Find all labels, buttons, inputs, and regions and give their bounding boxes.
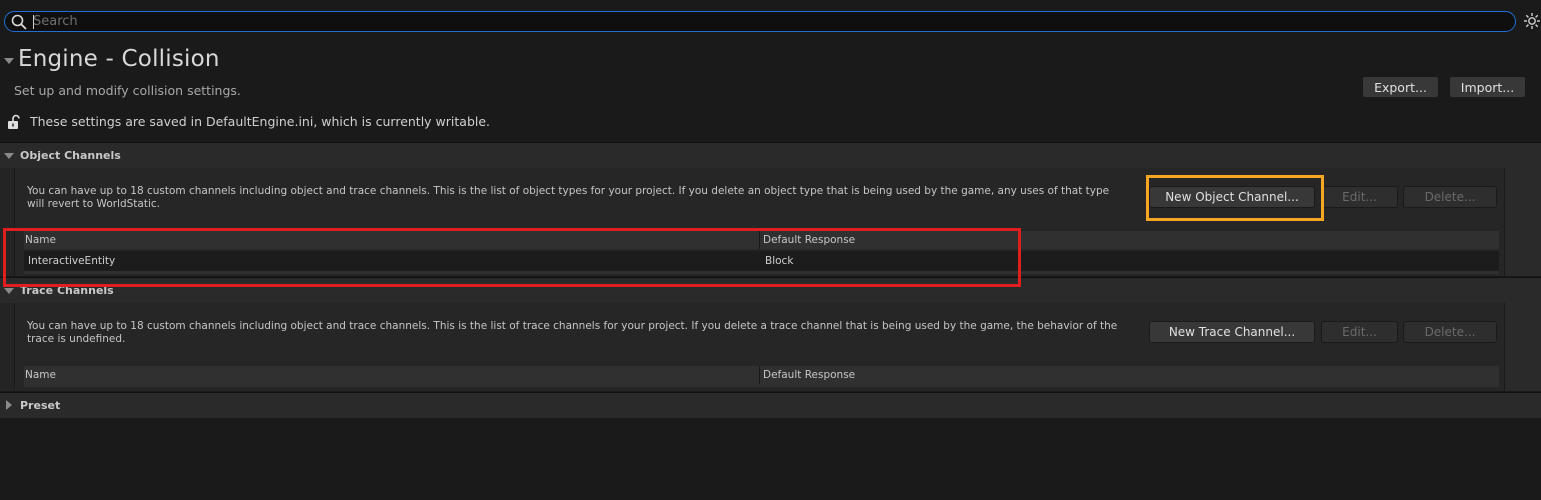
- section-header-object-channels[interactable]: Object Channels: [0, 142, 1541, 168]
- page-subtitle: Set up and modify collision settings.: [14, 83, 241, 98]
- search-input[interactable]: [31, 13, 1501, 30]
- section-header-preset[interactable]: Preset: [0, 392, 1541, 418]
- column-header-name[interactable]: Name: [25, 369, 56, 381]
- section-title: Object Channels: [20, 149, 121, 162]
- trace-channels-description: You can have up to 18 custom channels in…: [27, 320, 1118, 345]
- new-object-channel-button[interactable]: New Object Channel...: [1149, 186, 1315, 208]
- gear-icon[interactable]: [1523, 12, 1541, 30]
- text-caret: [33, 15, 34, 29]
- section-title: Trace Channels: [20, 284, 114, 297]
- object-channels-description: You can have up to 18 custom channels in…: [27, 185, 1110, 210]
- edit-trace-channel-button[interactable]: Edit...: [1321, 321, 1398, 343]
- table-footer: [24, 271, 1499, 274]
- trace-channels-table-header: Name Default Response: [24, 366, 1499, 384]
- section-title: Preset: [20, 399, 61, 412]
- column-divider[interactable]: [759, 231, 760, 249]
- import-button[interactable]: Import...: [1449, 76, 1526, 98]
- collapse-arrow-icon: [4, 153, 14, 159]
- edit-object-channel-button[interactable]: Edit...: [1321, 186, 1398, 208]
- table-footer: [24, 384, 1499, 387]
- delete-trace-channel-button[interactable]: Delete...: [1403, 321, 1497, 343]
- object-channels-table-header: Name Default Response: [24, 231, 1499, 249]
- column-header-name[interactable]: Name: [25, 234, 56, 246]
- cell-default-response: Block: [765, 255, 794, 267]
- collapse-arrow-icon[interactable]: [4, 58, 14, 64]
- section-gutter: [1504, 303, 1541, 391]
- new-trace-channel-button[interactable]: New Trace Channel...: [1149, 321, 1315, 343]
- section-gutter: [1504, 168, 1541, 276]
- page-title: Engine - Collision: [18, 46, 220, 72]
- column-header-default-response[interactable]: Default Response: [763, 234, 855, 246]
- section-header-trace-channels[interactable]: Trace Channels: [0, 277, 1541, 303]
- search-bar[interactable]: [4, 11, 1516, 32]
- search-icon: [11, 14, 27, 30]
- column-header-default-response[interactable]: Default Response: [763, 369, 855, 381]
- column-divider[interactable]: [759, 366, 760, 384]
- table-row[interactable]: InteractiveEntity Block: [24, 251, 1499, 271]
- cell-channel-name: InteractiveEntity: [28, 255, 116, 267]
- export-button[interactable]: Export...: [1362, 76, 1439, 98]
- expand-arrow-icon: [6, 400, 12, 410]
- empty-area: [0, 418, 1541, 500]
- unlock-icon: [8, 114, 20, 129]
- config-file-note: These settings are saved in DefaultEngin…: [30, 114, 491, 129]
- delete-object-channel-button[interactable]: Delete...: [1403, 186, 1497, 208]
- collapse-arrow-icon: [4, 288, 14, 294]
